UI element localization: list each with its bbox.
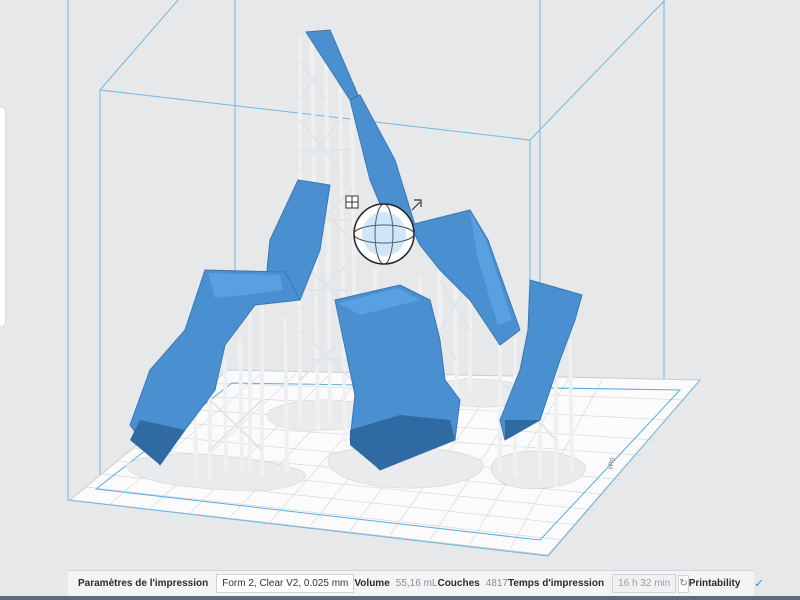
3d-viewport[interactable]: vP0 bbox=[0, 0, 800, 568]
print-time-field: 16 h 32 min bbox=[612, 574, 677, 593]
os-taskbar bbox=[0, 596, 800, 600]
move-handle-icon[interactable] bbox=[345, 195, 359, 209]
layers-value: 4817 bbox=[485, 578, 508, 589]
side-panel-tab[interactable] bbox=[0, 108, 5, 326]
volume-value: 55,16 mL bbox=[395, 578, 438, 589]
refresh-icon[interactable]: ↻ bbox=[678, 574, 689, 593]
print-settings-label: Paramètres de l'impression bbox=[78, 578, 209, 589]
print-settings-field[interactable]: Form 2, Clear V2, 0.025 mm bbox=[216, 574, 355, 593]
expand-arrow-icon[interactable] bbox=[411, 199, 422, 211]
printability-label[interactable]: Printability bbox=[689, 578, 741, 589]
layers-label: Couches bbox=[437, 578, 480, 589]
rotate-gizmo-icon[interactable] bbox=[353, 203, 415, 265]
status-bar: Paramètres de l'impression Form 2, Clear… bbox=[68, 570, 764, 596]
check-icon: ✓ bbox=[754, 578, 764, 590]
printed-parts[interactable] bbox=[129, 29, 583, 471]
print-time-label: Temps d'impression bbox=[507, 578, 605, 589]
volume-label: Volume bbox=[354, 578, 390, 589]
